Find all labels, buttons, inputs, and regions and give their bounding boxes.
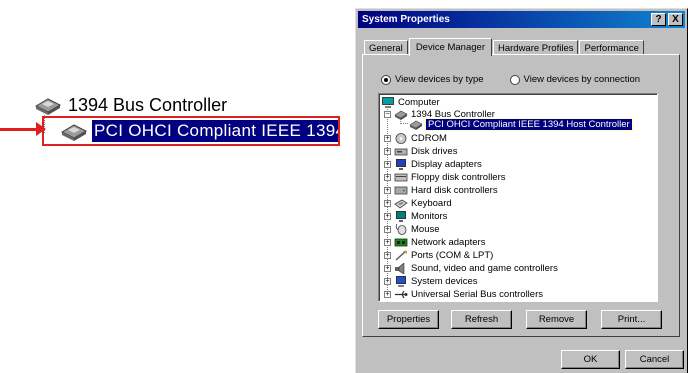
device-tree[interactable]: Computer − 1394 Bus Controller PCI OHCI … xyxy=(378,93,658,302)
tab-performance[interactable]: Performance xyxy=(579,40,644,55)
tree-node-system-devices[interactable]: + System devices xyxy=(384,275,478,288)
zoom-callout: 1394 Bus Controller PCI OHCI Compliant I… xyxy=(0,0,350,373)
tree-node-label: Ports (COM & LPT) xyxy=(411,250,494,261)
bus-controller-icon xyxy=(34,98,62,115)
tree-node-label: Monitors xyxy=(411,211,448,222)
tree-node-label: Mouse xyxy=(411,224,440,235)
tree-node-display-adapters[interactable]: + Display adapters xyxy=(384,158,482,171)
expand-icon[interactable]: + xyxy=(384,278,391,285)
ok-button[interactable]: OK xyxy=(561,350,620,369)
tree-child-branch xyxy=(400,123,408,124)
expand-icon[interactable]: + xyxy=(384,187,391,194)
device-manager-panel: View devices by type View devices by con… xyxy=(362,54,680,337)
tree-node-mouse[interactable]: + Mouse xyxy=(384,223,440,236)
hard-disk-controller-icon xyxy=(394,186,408,195)
tab-strip: General Device Manager Hardware Profiles… xyxy=(364,37,645,56)
zoom-bus-controller-label: 1394 Bus Controller xyxy=(68,94,228,115)
zoom-bus-controller-row: 1394 Bus Controller xyxy=(34,92,227,118)
tree-node-label: Computer xyxy=(398,97,440,108)
view-by-type-radio[interactable] xyxy=(381,74,391,85)
keyboard-icon xyxy=(394,199,408,209)
host-controller-icon xyxy=(409,120,423,130)
tree-node-label: Universal Serial Bus controllers xyxy=(411,289,543,300)
system-device-icon xyxy=(396,276,406,287)
dialog-title: System Properties xyxy=(362,14,450,25)
tab-device-manager[interactable]: Device Manager xyxy=(408,38,492,56)
sound-icon xyxy=(395,263,405,274)
expand-icon[interactable]: + xyxy=(384,239,391,246)
disk-drive-icon xyxy=(394,148,408,156)
cancel-button[interactable]: Cancel xyxy=(625,350,684,369)
usb-icon xyxy=(395,290,408,299)
remove-button[interactable]: Remove xyxy=(526,310,587,329)
properties-button[interactable]: Properties xyxy=(378,310,439,329)
mouse-icon xyxy=(395,224,407,235)
tree-node-pci-ohci-host-controller[interactable]: PCI OHCI Compliant IEEE 1394 Host Contro… xyxy=(409,118,633,131)
view-mode-radios: View devices by type View devices by con… xyxy=(381,74,640,85)
system-properties-dialog: System Properties ? X General Device Man… xyxy=(355,8,688,373)
tree-node-cdrom[interactable]: + CDROM xyxy=(384,132,447,145)
tree-node-monitors[interactable]: + Monitors xyxy=(384,210,447,223)
expand-icon[interactable]: + xyxy=(384,291,391,298)
tree-node-label: Network adapters xyxy=(411,237,486,248)
close-button[interactable]: X xyxy=(668,13,683,26)
expand-icon[interactable]: + xyxy=(384,161,391,168)
refresh-button[interactable]: Refresh xyxy=(451,310,512,329)
host-controller-icon xyxy=(60,124,88,141)
tab-general[interactable]: General xyxy=(364,40,408,55)
floppy-controller-icon xyxy=(394,173,408,182)
tree-node-keyboard[interactable]: + Keyboard xyxy=(384,197,452,210)
help-button[interactable]: ? xyxy=(651,13,666,26)
expand-icon[interactable]: + xyxy=(384,213,391,220)
tree-node-sound-video-game-controllers[interactable]: + Sound, video and game controllers xyxy=(384,262,558,275)
expand-icon[interactable]: + xyxy=(384,226,391,233)
tree-node-label: Keyboard xyxy=(411,198,452,209)
expand-icon[interactable]: + xyxy=(384,148,391,155)
network-adapter-icon xyxy=(394,238,408,247)
zoom-highlight-box: PCI OHCI Compliant IEEE 1394 H xyxy=(42,116,340,146)
computer-icon xyxy=(382,97,394,108)
tab-hardware-profiles[interactable]: Hardware Profiles xyxy=(492,40,579,55)
port-icon xyxy=(395,250,407,261)
tree-node-label: Sound, video and game controllers xyxy=(411,263,558,274)
tree-node-label: CDROM xyxy=(411,133,447,144)
zoom-selected-device-label: PCI OHCI Compliant IEEE 1394 H xyxy=(92,120,338,142)
bus-controller-icon xyxy=(394,110,408,120)
expand-icon[interactable]: + xyxy=(384,252,391,259)
monitor-icon xyxy=(396,211,406,222)
expand-icon[interactable]: + xyxy=(384,200,391,207)
tree-node-network-adapters[interactable]: + Network adapters xyxy=(384,236,485,249)
display-adapter-icon xyxy=(396,159,406,170)
tree-node-selected-label: PCI OHCI Compliant IEEE 1394 Host Contro… xyxy=(425,118,633,131)
print-button[interactable]: Print... xyxy=(601,310,662,329)
cdrom-icon xyxy=(395,133,407,144)
expand-icon[interactable]: + xyxy=(384,265,391,272)
expand-icon[interactable]: + xyxy=(384,174,391,181)
tree-node-floppy-disk-controllers[interactable]: + Floppy disk controllers xyxy=(384,171,506,184)
collapse-icon[interactable]: − xyxy=(384,111,391,118)
tree-node-label: Hard disk controllers xyxy=(411,185,498,196)
tree-node-label: System devices xyxy=(411,276,478,287)
tree-node-disk-drives[interactable]: + Disk drives xyxy=(384,145,457,158)
expand-icon[interactable]: + xyxy=(384,135,391,142)
tree-node-usb-controllers[interactable]: + Universal Serial Bus controllers xyxy=(384,288,543,301)
view-by-connection-label[interactable]: View devices by connection xyxy=(524,74,641,85)
tree-node-label: Display adapters xyxy=(411,159,482,170)
callout-arrow-head xyxy=(36,122,46,136)
tree-node-hard-disk-controllers[interactable]: + Hard disk controllers xyxy=(384,184,498,197)
view-by-connection-radio[interactable] xyxy=(509,74,520,85)
view-by-type-label[interactable]: View devices by type xyxy=(395,74,484,85)
tree-node-ports[interactable]: + Ports (COM & LPT) xyxy=(384,249,493,262)
tree-node-label: Disk drives xyxy=(411,146,458,157)
callout-arrow-shaft xyxy=(0,128,40,131)
tree-node-label: Floppy disk controllers xyxy=(411,172,506,183)
dialog-titlebar[interactable]: System Properties ? X xyxy=(358,11,685,28)
